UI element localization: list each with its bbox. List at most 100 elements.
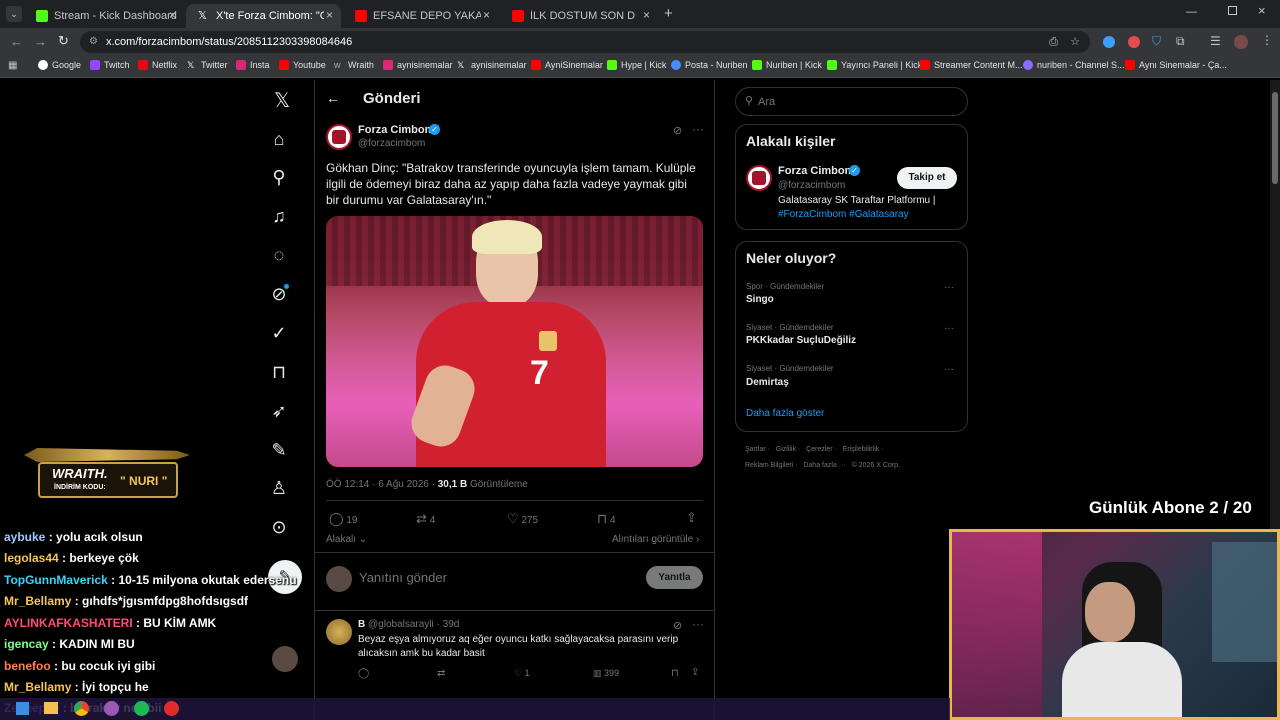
reply-views-action[interactable]: ▥ 399 [593, 668, 619, 679]
share-icon[interactable]: ⇪ [686, 510, 697, 526]
grok-post-icon[interactable]: ⊘ [673, 124, 682, 137]
reply-bookmark-icon[interactable]: ⊓ [671, 668, 679, 679]
app-icon[interactable] [164, 701, 179, 716]
bookmark-aynisinemalar-yt[interactable]: AyniSinemalar [531, 60, 603, 70]
bookmark-streamer-content[interactable]: Streamer Content M... [920, 60, 1023, 70]
menu-icon[interactable]: ⋮ [1261, 33, 1273, 47]
footer-link[interactable]: Erişilebilirlik [843, 446, 880, 453]
home-icon[interactable]: ⌂ [268, 128, 290, 150]
reply-more-icon[interactable]: ··· [692, 617, 704, 631]
messages-icon[interactable]: ◌ [268, 244, 290, 266]
reply-avatar[interactable] [326, 619, 352, 645]
bookmark-youtube[interactable]: Youtube [279, 60, 326, 70]
tab-youtube-2[interactable]: İLK DOSTUM SON DÜŞMANIM × [500, 4, 658, 28]
app-icon[interactable] [104, 701, 119, 716]
back-icon[interactable]: ← [10, 34, 23, 49]
reload-icon[interactable]: ↻ [58, 33, 69, 49]
bookmarks-icon[interactable]: ⊓ [268, 361, 290, 383]
reply-submit-button[interactable]: Yanıtla [646, 566, 703, 589]
close-icon[interactable]: × [643, 8, 650, 22]
post-image[interactable]: 7 [326, 216, 703, 467]
post-author-name[interactable]: Forza Cimbom [358, 124, 434, 136]
bookmark-wraith[interactable]: w Wraith [334, 60, 374, 70]
trend-more-icon[interactable]: ··· [944, 282, 954, 293]
bookmark-hype-kick[interactable]: Hype | Kick [607, 60, 666, 70]
chat-username[interactable]: TopGunnMaverick [4, 573, 108, 587]
bookmark-action[interactable]: ⊓ 4 [597, 511, 616, 527]
grok-reply-icon[interactable]: ⊘ [673, 619, 682, 632]
trend-name[interactable]: PKKkadar SuçluDeğiliz [746, 335, 856, 346]
search-icon[interactable]: ⚲ [268, 166, 290, 188]
tab-x-post[interactable]: 𝕏 X'te Forza Cimbom: "Gökhan Di × [186, 4, 341, 28]
bookmark-twitch[interactable]: Twitch [90, 60, 130, 70]
bookmark-ayni-sinemalar[interactable]: Aynı Sinemalar - Ça... [1125, 60, 1227, 70]
bookmark-netflix[interactable]: Netflix [138, 60, 177, 70]
close-icon[interactable]: × [326, 8, 333, 22]
x-logo-icon[interactable]: 𝕏 [274, 88, 290, 113]
tab-kick-dashboard[interactable]: Stream - Kick Dashboard × [24, 4, 184, 28]
bookmark-star-icon[interactable]: ☆ [1070, 31, 1080, 53]
trend-more-icon[interactable]: ··· [944, 323, 954, 334]
bookmark-aynisinemalar-x[interactable]: 𝕏aynisinemalar [457, 60, 527, 70]
post-more-icon[interactable]: ··· [692, 122, 704, 136]
bookmark-yayinci-paneli[interactable]: Yayıncı Paneli | Kick [827, 60, 922, 70]
reply-author[interactable]: B @globalsarayli · 39d [358, 619, 459, 630]
file-explorer-icon[interactable] [44, 702, 58, 714]
spotify-icon[interactable] [134, 701, 149, 716]
shield-icon[interactable]: ⛉ [1152, 34, 1161, 49]
account-avatar[interactable] [272, 646, 298, 672]
tab-youtube-1[interactable]: EFSANE DEPO YAKALADIK / ST × [343, 4, 498, 28]
bookmark-nuriben-channel[interactable]: nuriben - Channel S... [1023, 60, 1125, 70]
chat-username[interactable]: AYLINKAFKASHATERI [4, 616, 133, 630]
more-icon[interactable]: ⊙ [268, 516, 290, 538]
media-icon[interactable]: ☰ [1210, 34, 1221, 48]
chat-username[interactable]: benefoo [4, 659, 51, 673]
tab-search-button[interactable]: ⌄ [6, 6, 22, 22]
related-name[interactable]: Forza Cimbom [778, 165, 854, 177]
bookmark-google[interactable]: Google [38, 60, 81, 70]
bookmark-nuriben-kick[interactable]: Nuriben | Kick [752, 60, 822, 70]
bookmark-aynisinemalar-insta[interactable]: aynisinemalar [383, 60, 453, 70]
footer-link[interactable]: Gizlilik [776, 446, 796, 453]
close-icon[interactable]: × [169, 8, 176, 22]
repost-action[interactable]: ⇄ 4 [416, 511, 435, 527]
related-tags[interactable]: #ForzaCimbom #Galatasaray [778, 209, 909, 220]
verified-icon[interactable]: ✓ [268, 322, 290, 344]
like-action[interactable]: ♡ 275 [507, 511, 538, 527]
footer-link[interactable]: Reklam Bilgileri [745, 462, 793, 469]
show-more-link[interactable]: Daha fazla göster [746, 408, 824, 419]
chrome-icon[interactable] [74, 701, 89, 716]
jobs-icon[interactable]: ➶ [268, 400, 290, 422]
related-replies-dropdown[interactable]: Alakalı ⌄ [326, 534, 367, 545]
url-input[interactable]: ⚙ x.com/forzacimbom/status/2085112303398… [80, 31, 1090, 53]
chat-username[interactable]: aybuke [4, 530, 45, 544]
chat-username[interactable]: Mr_Bellamy [4, 680, 71, 694]
extension-icon[interactable] [1128, 36, 1140, 48]
back-button[interactable]: ← [326, 90, 340, 106]
extensions-puzzle-icon[interactable]: ⧉ [1176, 34, 1185, 49]
footer-link[interactable]: Çerezler [806, 446, 832, 453]
footer-link[interactable]: Daha fazla ··· [803, 462, 845, 469]
notifications-icon[interactable]: ♫ [268, 205, 290, 227]
reply-like-action[interactable]: ♡ 1 [514, 668, 530, 679]
chat-username[interactable]: Mr_Bellamy [4, 594, 71, 608]
bookmark-insta[interactable]: Insta [236, 60, 270, 70]
bookmark-posta[interactable]: Posta - Nuriben [671, 60, 748, 70]
search-input[interactable]: ⚲ Ara [735, 87, 968, 116]
trend-more-icon[interactable]: ··· [944, 364, 954, 375]
forward-icon[interactable]: → [34, 34, 47, 49]
chat-username[interactable]: legolas44 [4, 551, 59, 565]
site-info-icon[interactable]: ⚙ [89, 31, 98, 53]
related-handle[interactable]: @forzacimbom [778, 180, 845, 191]
start-icon[interactable] [16, 702, 29, 715]
close-icon[interactable]: × [483, 8, 490, 22]
articles-icon[interactable]: ✎ [268, 439, 290, 461]
close-window-button[interactable]: × [1258, 3, 1266, 18]
bookmark-twitter[interactable]: 𝕏 Twitter [187, 60, 228, 70]
profile-icon[interactable]: ♙ [268, 477, 290, 499]
reply-action[interactable]: ◯ 19 [329, 511, 357, 527]
footer-link[interactable]: Şartlar [745, 446, 766, 453]
new-tab-button[interactable]: + [664, 5, 673, 22]
extension-icon[interactable] [1103, 36, 1115, 48]
chat-username[interactable]: igencay [4, 637, 49, 651]
